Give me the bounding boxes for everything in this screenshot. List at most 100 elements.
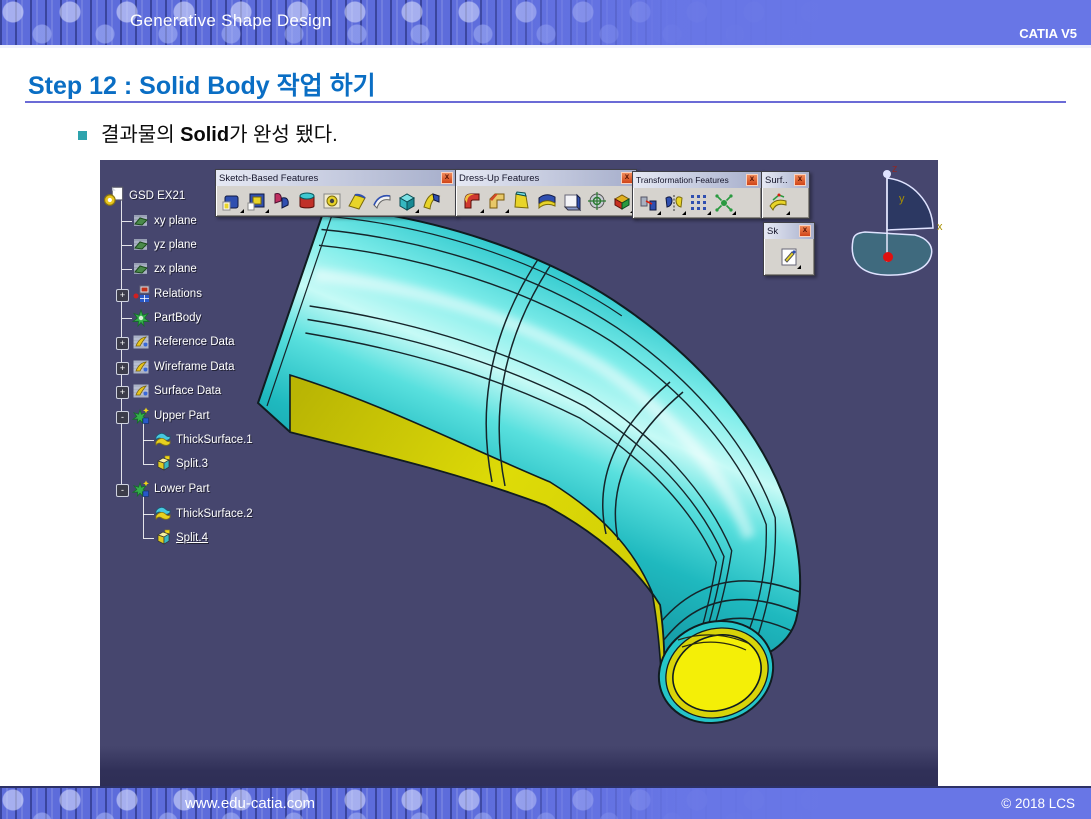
toolbar-sketch-based-features: Sketch-Based Features x	[215, 169, 457, 217]
compass-zy-plane	[887, 178, 933, 230]
thickness-icon[interactable]	[561, 190, 583, 212]
mirror-icon[interactable]	[663, 192, 685, 214]
expand-plus-icon[interactable]: +	[116, 289, 129, 302]
open-body-icon	[132, 333, 150, 351]
edge-fillet-icon[interactable]	[461, 190, 483, 212]
draft-angle-icon[interactable]	[511, 190, 533, 212]
close-icon[interactable]: x	[441, 172, 453, 184]
flyout-arrow-icon	[732, 211, 736, 215]
flyout-arrow-icon	[682, 211, 686, 215]
collapse-minus-icon[interactable]: -	[116, 484, 129, 497]
tree-branch-line	[143, 514, 154, 515]
part-body-icon	[132, 309, 150, 327]
expand-plus-icon[interactable]: +	[116, 337, 129, 350]
chamfer-icon[interactable]	[486, 190, 508, 212]
tree-item-lower-part[interactable]: Lower Part	[132, 479, 210, 499]
toolbar-title-bar[interactable]: Transformation Features x	[633, 172, 761, 188]
flyout-arrow-icon	[415, 209, 419, 213]
hole-icon[interactable]	[321, 190, 343, 212]
footer-banner: www.edu-catia.com © 2018 LCS	[0, 786, 1091, 819]
compass-y-label: y	[899, 193, 905, 205]
title-underline	[25, 101, 1066, 103]
body-icon	[132, 480, 150, 498]
compass[interactable]: z y x	[835, 162, 947, 288]
multi-sections-solid-icon[interactable]	[421, 190, 443, 212]
toolbar-dress-up-features: Dress-Up Features x	[455, 169, 637, 217]
header-banner: Generative Shape Design CATIA V5	[0, 0, 1091, 48]
split-icon	[154, 529, 172, 547]
translation-icon[interactable]	[638, 192, 660, 214]
compass-z-label: z	[892, 163, 898, 175]
split-icon	[154, 455, 172, 473]
compass-base-plane	[852, 232, 931, 275]
body-icon	[132, 407, 150, 425]
close-icon[interactable]: x	[794, 174, 806, 186]
catia-viewport[interactable]: GSD EX21 xy plane yz plane zx plane Rela…	[100, 160, 938, 790]
close-icon[interactable]: x	[799, 225, 811, 237]
bullet-square-icon	[78, 131, 87, 140]
bullet-text: 결과물의 Solid가 완성 됐다.	[101, 118, 701, 147]
pocket-icon[interactable]	[246, 190, 268, 212]
tree-branch-line	[122, 269, 132, 270]
compass-x-label: x	[937, 221, 943, 233]
flyout-arrow-icon	[265, 209, 269, 213]
open-body-icon	[132, 358, 150, 376]
tree-item-relations[interactable]: Relations	[132, 284, 202, 304]
tree-item-thicksurface-1[interactable]: ThickSurface.1	[154, 430, 253, 450]
tree-item-partbody[interactable]: PartBody	[132, 308, 201, 328]
rectangular-pattern-icon[interactable]	[688, 192, 710, 214]
toolbar-title-bar[interactable]: Dress-Up Features x	[456, 170, 636, 186]
tree-branch-line	[143, 538, 154, 539]
tree-item-zx-plane[interactable]: zx plane	[132, 259, 197, 279]
footer-copyright: © 2018 LCS	[1001, 796, 1075, 811]
thread-tap-icon[interactable]	[586, 190, 608, 212]
tree-item-split-3[interactable]: Split.3	[154, 454, 208, 474]
tree-item-root[interactable]: GSD EX21	[104, 186, 185, 206]
tree-item-yz-plane[interactable]: yz plane	[132, 235, 197, 255]
tree-item-upper-part[interactable]: Upper Part	[132, 406, 210, 426]
toolbar-sketcher: Sk x	[763, 222, 815, 276]
flyout-arrow-icon	[505, 209, 509, 213]
pad-icon[interactable]	[221, 190, 243, 212]
page-title-suffix: 작업 하기	[270, 72, 376, 100]
tree-branch-line	[122, 221, 132, 222]
expand-plus-icon[interactable]: +	[116, 362, 129, 375]
flyout-arrow-icon	[657, 211, 661, 215]
tree-branch-line	[143, 464, 154, 465]
remove-face-icon[interactable]	[611, 190, 633, 212]
tree-branch-line	[122, 245, 132, 246]
scaling-icon[interactable]	[713, 192, 735, 214]
close-icon[interactable]: x	[746, 174, 758, 186]
toolbar-title-bar[interactable]: Sketch-Based Features x	[216, 170, 456, 186]
flyout-arrow-icon	[786, 211, 790, 215]
stiffener-icon[interactable]	[396, 190, 418, 212]
workbench-title: Generative Shape Design	[130, 11, 332, 31]
plane-icon	[132, 236, 150, 254]
tree-branch-line	[143, 440, 154, 441]
tree-item-thicksurface-2[interactable]: ThickSurface.2	[154, 504, 253, 524]
thick-surface-icon	[154, 505, 172, 523]
flyout-arrow-icon	[480, 209, 484, 213]
footer-site-link[interactable]: www.edu-catia.com	[185, 795, 315, 812]
page-title-step: Step 12 : Solid Body	[28, 72, 270, 100]
flyout-arrow-icon	[797, 265, 801, 269]
tree-item-xy-plane[interactable]: xy plane	[132, 211, 197, 231]
groove-icon[interactable]	[296, 190, 318, 212]
page-title: Step 12 : Solid Body 작업 하기	[28, 66, 376, 102]
tree-item-split-4[interactable]: Split.4	[154, 528, 208, 548]
expand-plus-icon[interactable]: +	[116, 386, 129, 399]
toolbar-title-bar[interactable]: Sk x	[764, 223, 814, 239]
slot-icon[interactable]	[371, 190, 393, 212]
sketch-icon[interactable]	[778, 246, 800, 268]
collapse-minus-icon[interactable]: -	[116, 411, 129, 424]
tree-item-wireframe-data[interactable]: Wireframe Data	[132, 357, 235, 377]
tree-item-reference-data[interactable]: Reference Data	[132, 332, 235, 352]
rib-icon[interactable]	[346, 190, 368, 212]
toolbar-surface-based-features: Surf.. x	[761, 171, 810, 219]
close-surface-icon[interactable]	[767, 192, 789, 214]
toolbar-title-bar[interactable]: Surf.. x	[762, 172, 809, 188]
tree-item-surface-data[interactable]: Surface Data	[132, 381, 221, 401]
shaft-icon[interactable]	[271, 190, 293, 212]
part-document-icon	[104, 186, 125, 207]
shell-icon[interactable]	[536, 190, 558, 212]
